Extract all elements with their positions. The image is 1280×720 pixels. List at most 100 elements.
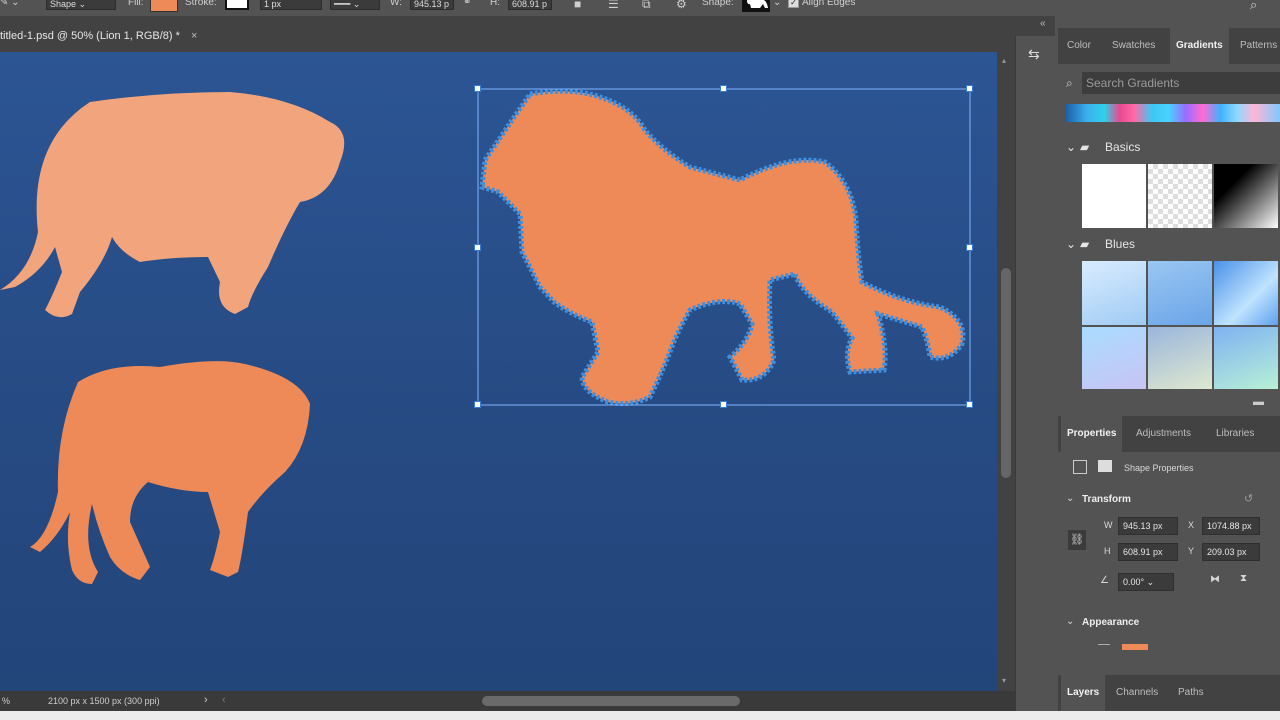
x-label: X bbox=[1188, 520, 1195, 530]
width-field[interactable]: 945.13 px bbox=[1118, 517, 1178, 535]
lion-shape-icon bbox=[747, 0, 768, 8]
x-field[interactable]: 1074.88 px bbox=[1202, 517, 1260, 535]
search-icon[interactable]: ⌕ bbox=[1250, 0, 1257, 13]
gradient-group-blues[interactable]: ⌄ ▰ Blues bbox=[1058, 233, 1280, 255]
gradient-swatch-blue-1[interactable] bbox=[1082, 261, 1146, 325]
tab-patterns[interactable]: Patterns bbox=[1240, 28, 1277, 64]
align-edges-label: Align Edges bbox=[802, 0, 856, 8]
transform-handle-top-left[interactable] bbox=[474, 85, 481, 92]
path-operations-icon[interactable]: ■ bbox=[574, 0, 581, 11]
stroke-width-value: 1 px bbox=[264, 0, 282, 9]
document-tab[interactable]: titled-1.psd @ 50% (Lion 1, RGB/8) * × bbox=[0, 24, 197, 48]
w-field-value: 945.13 p bbox=[414, 0, 450, 9]
lion-shape bbox=[479, 88, 966, 407]
transform-handle-bottom-left[interactable] bbox=[474, 401, 481, 408]
tab-paths[interactable]: Paths bbox=[1178, 675, 1204, 711]
status-menu-arrow-icon[interactable]: › bbox=[204, 694, 208, 706]
align-edges-checkbox[interactable]: ✓ bbox=[788, 0, 799, 8]
gear-icon[interactable]: ⚙ bbox=[676, 0, 687, 11]
path-arrangement-icon[interactable]: ⧉ bbox=[642, 0, 651, 12]
tab-channels[interactable]: Channels bbox=[1116, 675, 1158, 711]
gradient-swatch-transparent[interactable] bbox=[1148, 164, 1212, 228]
tiger-shape-dark bbox=[30, 361, 310, 584]
tab-swatches[interactable]: Swatches bbox=[1112, 28, 1155, 64]
right-panel: Color Swatches Gradients Patterns ⌕ Sear… bbox=[1058, 28, 1280, 711]
angle-field[interactable]: 0.00° ⌄ bbox=[1118, 573, 1174, 591]
chevron-down-icon[interactable]: ⌄ bbox=[1066, 493, 1074, 504]
transform-handle-top-center[interactable] bbox=[720, 85, 727, 92]
gradient-swatch-white[interactable] bbox=[1082, 164, 1146, 228]
h-label: H bbox=[1104, 546, 1111, 556]
transform-handle-bottom-center[interactable] bbox=[720, 401, 727, 408]
tab-layers[interactable]: Layers bbox=[1061, 675, 1106, 711]
shape-picker-chevron-icon[interactable]: ⌄ bbox=[773, 0, 781, 8]
scroll-down-icon[interactable]: ▾ bbox=[1002, 676, 1006, 685]
new-group-folder-icon[interactable]: ▬ bbox=[1253, 396, 1264, 408]
appearance-section-title: Appearance bbox=[1082, 617, 1140, 628]
vertical-scroll-thumb[interactable] bbox=[1001, 268, 1011, 478]
scroll-up-icon[interactable]: ▴ bbox=[1002, 56, 1006, 65]
gradient-swatch-blue-6[interactable] bbox=[1214, 327, 1278, 389]
search-icon: ⌕ bbox=[1066, 76, 1073, 90]
y-label: Y bbox=[1188, 546, 1195, 556]
collapse-panels-icon[interactable]: « bbox=[1040, 18, 1046, 29]
appearance-fill-swatch[interactable] bbox=[1122, 644, 1148, 650]
tab-libraries[interactable]: Libraries bbox=[1216, 416, 1254, 452]
transform-shape-icon[interactable] bbox=[1073, 460, 1087, 474]
zoom-level[interactable]: % bbox=[2, 696, 10, 706]
stroke-style-dropdown[interactable]: ━━━ ⌄ bbox=[330, 0, 380, 10]
gradient-group-blues-label: Blues bbox=[1105, 237, 1136, 251]
shape-properties-label: Shape Properties bbox=[1124, 463, 1194, 473]
shape-mode-dropdown[interactable]: Shape ⌄ bbox=[46, 0, 116, 10]
stroke-width-field[interactable]: 1 px bbox=[260, 0, 322, 10]
tab-adjustments[interactable]: Adjustments bbox=[1136, 416, 1191, 452]
fill-swatch[interactable] bbox=[150, 0, 178, 12]
transform-section-title: Transform bbox=[1082, 494, 1131, 505]
w-field[interactable]: 945.13 p bbox=[410, 0, 454, 10]
gradient-swatch-blue-5[interactable] bbox=[1148, 327, 1212, 389]
lion-layer bbox=[479, 88, 966, 407]
document-size-info: 2100 px x 1500 px (300 ppi) bbox=[48, 696, 160, 706]
transform-handle-middle-left[interactable] bbox=[474, 244, 481, 251]
tab-color[interactable]: Color bbox=[1067, 28, 1091, 64]
gradient-swatch-blue-4[interactable] bbox=[1082, 327, 1146, 389]
tool-preset-icon[interactable]: ✎ ⌄ bbox=[0, 0, 20, 8]
gradient-swatch-black-white[interactable] bbox=[1214, 164, 1278, 228]
document-tab-title: titled-1.psd @ 50% (Lion 1, RGB/8) * bbox=[0, 30, 180, 42]
options-bar: ✎ ⌄ Shape ⌄ Fill: Stroke: 1 px ━━━ ⌄ W: … bbox=[0, 0, 1280, 16]
chevron-down-icon[interactable]: ⌄ bbox=[1066, 616, 1074, 627]
recent-gradients-strip[interactable] bbox=[1066, 104, 1280, 122]
flip-vertical-icon[interactable]: ⧗ bbox=[1240, 573, 1247, 584]
height-field[interactable]: 608.91 px bbox=[1118, 543, 1178, 561]
close-icon[interactable]: × bbox=[191, 30, 197, 42]
canvas-artwork bbox=[0, 88, 971, 584]
transform-handle-middle-right[interactable] bbox=[966, 244, 973, 251]
link-icon[interactable]: ⚭ bbox=[463, 0, 471, 8]
tab-gradients[interactable]: Gradients bbox=[1170, 28, 1229, 64]
gradient-search-input[interactable]: Search Gradients bbox=[1082, 72, 1280, 94]
chevron-down-icon: ⌄ bbox=[1066, 237, 1077, 251]
h-field[interactable]: 608.91 p bbox=[508, 0, 552, 10]
tab-properties[interactable]: Properties bbox=[1061, 416, 1123, 452]
gradient-swatch-blue-2[interactable] bbox=[1148, 261, 1212, 325]
gradient-group-basics[interactable]: ⌄ ▰ Basics bbox=[1058, 136, 1280, 158]
horizontal-scroll-thumb[interactable] bbox=[482, 696, 740, 706]
properties-panel-tabs: Properties Adjustments Libraries bbox=[1058, 416, 1280, 452]
transform-handle-bottom-right[interactable] bbox=[966, 401, 973, 408]
reset-icon[interactable]: ↺ bbox=[1244, 492, 1253, 505]
shape-label: Shape: bbox=[702, 0, 734, 8]
mask-icon[interactable] bbox=[1098, 460, 1112, 472]
shape-picker[interactable] bbox=[742, 0, 770, 12]
h-field-value: 608.91 p bbox=[512, 0, 548, 9]
gradient-swatch-blue-3[interactable] bbox=[1214, 261, 1278, 325]
tiger-shape-light bbox=[0, 92, 345, 318]
scroll-left-icon[interactable]: ‹ bbox=[222, 694, 226, 706]
flip-horizontal-icon[interactable]: ⧓ bbox=[1210, 574, 1220, 585]
transform-handle-top-right[interactable] bbox=[966, 85, 973, 92]
document-canvas[interactable] bbox=[0, 52, 997, 691]
link-proportions-icon[interactable]: ⛓ bbox=[1068, 530, 1086, 550]
path-alignment-icon[interactable]: ☰ bbox=[608, 0, 619, 11]
stroke-swatch[interactable] bbox=[225, 0, 249, 10]
history-panel-icon[interactable]: ⇆ bbox=[1028, 46, 1040, 63]
y-field[interactable]: 209.03 px bbox=[1202, 543, 1260, 561]
